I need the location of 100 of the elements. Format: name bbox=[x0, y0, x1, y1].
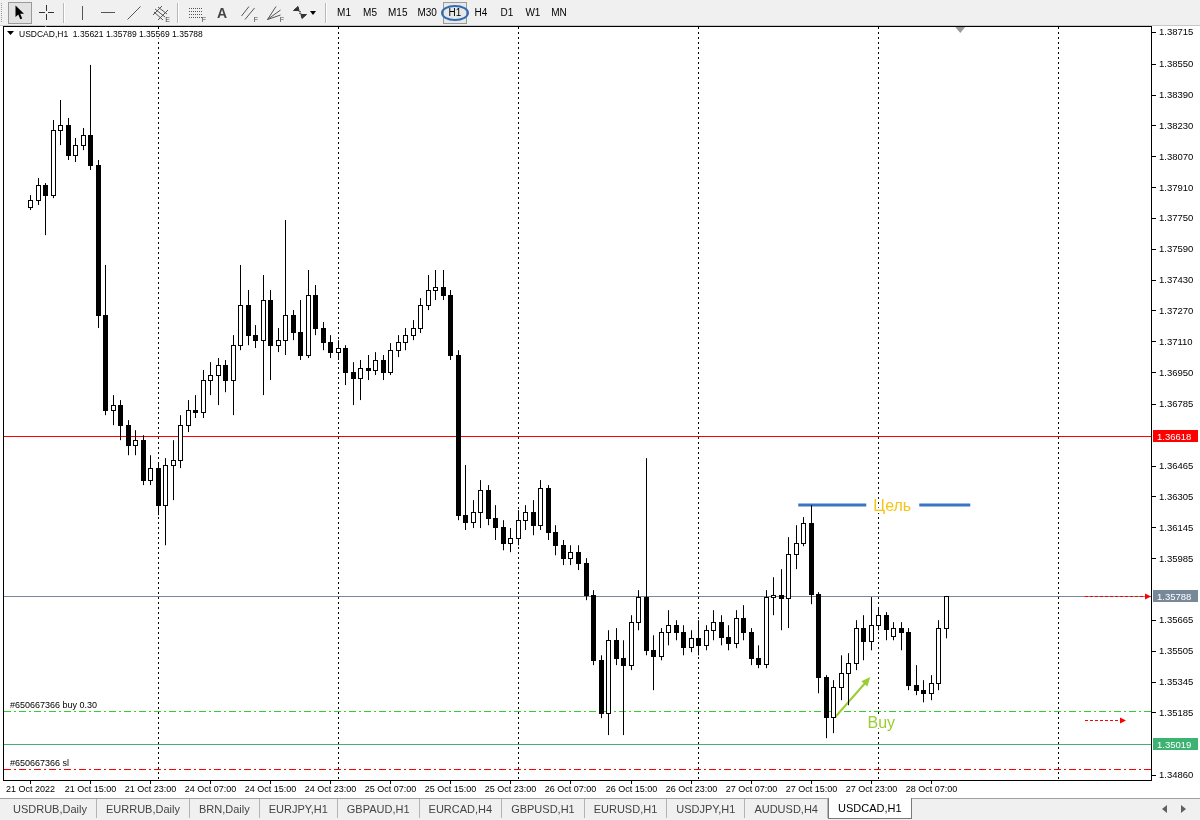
candle-wick bbox=[338, 339, 339, 361]
fan-lines-icon bbox=[267, 5, 281, 20]
candle-wick bbox=[758, 644, 759, 669]
candle-wick bbox=[323, 321, 324, 351]
timeframe-button[interactable]: M15 bbox=[384, 1, 412, 24]
time-label: 27 Oct 15:00 bbox=[785, 784, 838, 794]
price-label: 1.34860 bbox=[1159, 769, 1194, 781]
candle-body bbox=[749, 632, 754, 659]
candle-wick bbox=[533, 499, 534, 536]
candle-body bbox=[28, 200, 33, 208]
candle-body bbox=[854, 628, 859, 664]
price-label: 1.35185 bbox=[1159, 706, 1194, 718]
candle-wick bbox=[353, 361, 354, 406]
candle-body bbox=[794, 543, 799, 555]
candle-body bbox=[276, 340, 281, 346]
candle-body bbox=[839, 673, 844, 688]
candle-wick bbox=[495, 504, 496, 541]
candle-body bbox=[373, 360, 378, 371]
candle-body bbox=[906, 632, 911, 686]
parallel-lines-icon bbox=[241, 5, 255, 20]
candle-wick bbox=[135, 429, 136, 456]
candle-wick bbox=[368, 354, 369, 381]
candle-wick bbox=[473, 499, 474, 529]
candle-body bbox=[126, 425, 131, 446]
cursor-button[interactable] bbox=[8, 1, 32, 24]
timeframe-button[interactable]: M1 bbox=[332, 1, 356, 24]
candle-body bbox=[599, 660, 604, 714]
toolbar-grip[interactable] bbox=[1, 2, 4, 23]
price-label: 1.38070 bbox=[1159, 150, 1194, 162]
timeframe-button[interactable]: M5 bbox=[358, 1, 382, 24]
time-label: 24 Oct 23:00 bbox=[304, 784, 357, 794]
candle-body bbox=[726, 637, 731, 644]
timeframe-button[interactable]: M30 bbox=[413, 1, 441, 24]
candle-wick bbox=[195, 394, 196, 419]
candle-wick bbox=[435, 269, 436, 301]
time-label: 27 Oct 07:00 bbox=[725, 784, 778, 794]
timeframe-button[interactable]: MN bbox=[546, 1, 571, 24]
time-label: 21 Oct 15:00 bbox=[64, 784, 117, 794]
time-label: 25 Oct 07:00 bbox=[364, 784, 417, 794]
candle-wick bbox=[503, 519, 504, 551]
candle-body bbox=[553, 532, 558, 546]
candle-wick bbox=[578, 544, 579, 571]
time-label: 25 Oct 15:00 bbox=[424, 784, 477, 794]
candle-body bbox=[328, 342, 333, 353]
candle-body bbox=[133, 440, 138, 446]
chart-title: USDCAD,H1 1.35621 1.35789 1.35569 1.35788 bbox=[19, 28, 203, 39]
candle-body bbox=[478, 490, 483, 513]
candle-wick bbox=[255, 324, 256, 349]
candle-body bbox=[546, 488, 551, 533]
price-label: 1.35345 bbox=[1159, 676, 1194, 687]
timeframe-button[interactable]: H4 bbox=[468, 1, 493, 24]
candle-body bbox=[246, 305, 251, 336]
candle-body bbox=[629, 622, 634, 666]
price-label: 1.36465 bbox=[1159, 460, 1194, 472]
candle-body bbox=[681, 632, 686, 648]
candle-wick bbox=[570, 544, 571, 566]
scroll-right-icon[interactable] bbox=[1181, 805, 1186, 813]
text-tool-button[interactable]: A bbox=[210, 1, 234, 24]
horizontal-line-icon bbox=[101, 11, 115, 14]
time-label: 21 Oct 23:00 bbox=[124, 784, 177, 794]
time-label: 21 Oct 2022 bbox=[6, 784, 55, 794]
price-label: 1.37910 bbox=[1159, 181, 1194, 193]
chart-tab[interactable]: USDCAD,H1 bbox=[827, 798, 912, 819]
candle-body bbox=[253, 335, 258, 341]
dotted-lines-icon bbox=[189, 6, 203, 19]
candle-body bbox=[501, 527, 506, 544]
candle-body bbox=[704, 630, 709, 646]
candle-body bbox=[51, 130, 56, 196]
candle-wick bbox=[45, 182, 46, 236]
candle-wick bbox=[863, 614, 864, 661]
time-label: 25 Oct 23:00 bbox=[484, 784, 537, 794]
candle-body bbox=[216, 365, 221, 376]
candle-wick bbox=[713, 609, 714, 641]
candle-wick bbox=[878, 607, 879, 631]
candle-body bbox=[193, 410, 198, 413]
ref-line-label: 1.35019 bbox=[1157, 739, 1192, 750]
candle-body bbox=[568, 552, 573, 559]
time-label: 26 Oct 23:00 bbox=[665, 784, 718, 794]
price-label: 1.38390 bbox=[1159, 89, 1194, 101]
timeframe-button[interactable]: W1 bbox=[520, 1, 545, 24]
candle-body bbox=[313, 295, 318, 329]
scroll-left-icon[interactable] bbox=[1162, 805, 1167, 813]
candle-body bbox=[463, 515, 468, 523]
cursor-icon bbox=[15, 5, 25, 20]
candle-body bbox=[306, 295, 311, 356]
price-label: 1.35985 bbox=[1159, 552, 1194, 564]
candle-body bbox=[884, 615, 889, 630]
candle-wick bbox=[893, 621, 894, 641]
candle-body bbox=[801, 523, 806, 544]
arrows-icon bbox=[292, 6, 307, 19]
candle-body bbox=[756, 658, 761, 665]
candle-wick bbox=[525, 504, 526, 531]
candle-body bbox=[298, 332, 303, 356]
candle-wick bbox=[38, 177, 39, 206]
candle-body bbox=[786, 554, 791, 599]
candle-body bbox=[523, 512, 528, 521]
candle-body bbox=[381, 360, 386, 373]
candle-wick bbox=[60, 99, 61, 146]
timeframe-button[interactable]: D1 bbox=[494, 1, 519, 24]
candle-body bbox=[186, 410, 191, 426]
